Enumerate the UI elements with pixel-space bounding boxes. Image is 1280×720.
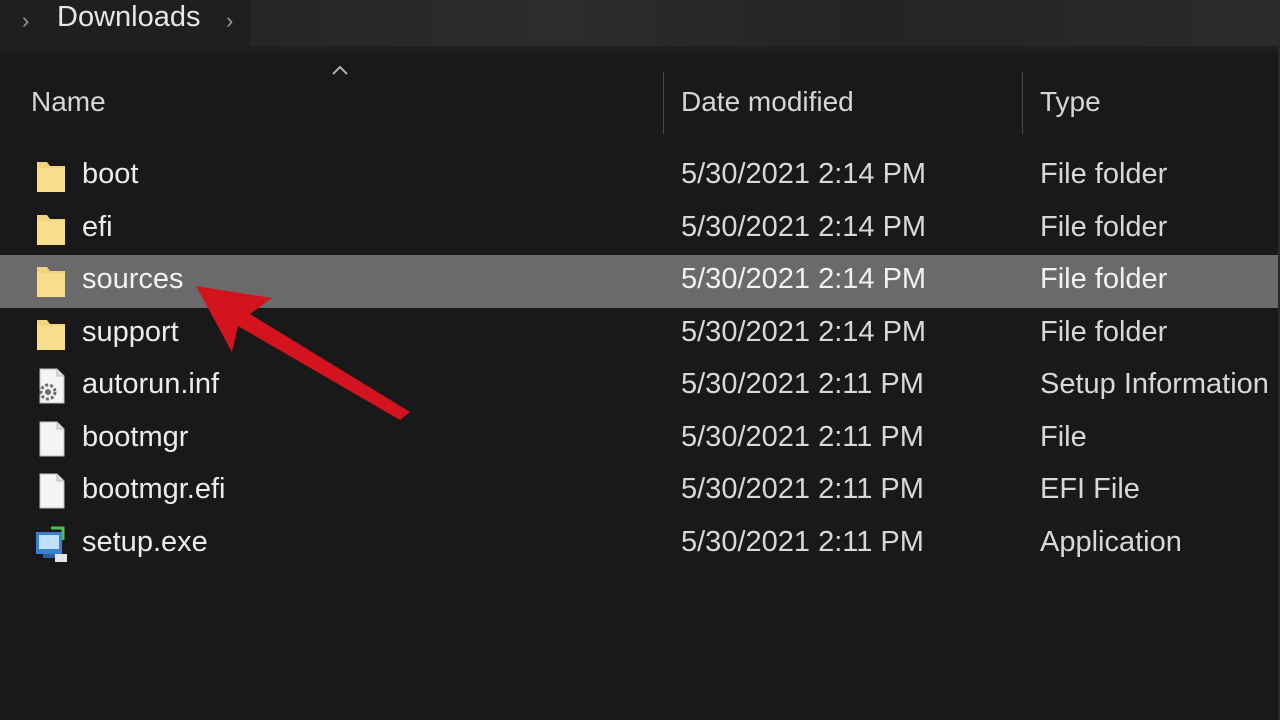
file-date-modified: 5/30/2021 2:14 PM	[681, 210, 927, 243]
chevron-right-icon[interactable]: ›	[22, 8, 29, 34]
file-date-modified: 5/30/2021 2:11 PM	[681, 368, 924, 400]
chevron-right-icon[interactable]: ›	[226, 8, 233, 34]
file-row-boot[interactable]: boot 5/30/2021 2:14 PM File folder	[0, 150, 1280, 203]
file-date-modified: 5/30/2021 2:11 PM	[681, 473, 924, 505]
file-name: boot	[82, 158, 139, 190]
column-header-name[interactable]: Name	[31, 86, 106, 118]
file-type: File folder	[1040, 263, 1168, 295]
file-row-support[interactable]: support 5/30/2021 2:14 PM File folder	[0, 308, 1280, 361]
file-explorer-window: › Downloads › Name Date modified Type bo…	[0, 0, 1280, 720]
file-type: File	[1040, 420, 1087, 453]
file-type: Setup Information	[1040, 368, 1269, 400]
file-date-modified: 5/30/2021 2:14 PM	[681, 158, 927, 190]
folder-icon	[37, 214, 65, 245]
file-date-modified: 5/30/2021 2:11 PM	[681, 420, 924, 453]
file-name: bootmgr	[82, 420, 189, 453]
file-name: efi	[82, 210, 113, 243]
file-icon	[39, 421, 65, 456]
folder-icon	[37, 319, 65, 350]
column-header-date-modified[interactable]: Date modified	[681, 86, 854, 118]
folder-icon	[37, 162, 65, 192]
file-row-bootmgr-efi[interactable]: bootmgr.efi 5/30/2021 2:11 PM EFI File	[0, 465, 1280, 518]
file-name: bootmgr.efi	[82, 473, 226, 505]
column-header-type[interactable]: Type	[1040, 86, 1101, 118]
column-divider[interactable]	[663, 72, 664, 134]
file-row-bootmgr[interactable]: bootmgr 5/30/2021 2:11 PM File	[0, 413, 1280, 466]
folder-icon	[37, 267, 65, 297]
file-type: File folder	[1040, 315, 1168, 348]
file-row-sources[interactable]: sources 5/30/2021 2:14 PM File folder	[0, 255, 1280, 308]
file-name: autorun.inf	[82, 368, 220, 400]
file-type: Application	[1040, 525, 1182, 558]
blurred-address-region	[250, 0, 1280, 46]
file-type: File folder	[1040, 210, 1168, 243]
file-row-autorun-inf[interactable]: autorun.inf 5/30/2021 2:11 PM Setup Info…	[0, 360, 1280, 413]
file-name: support	[82, 315, 179, 348]
file-row-efi[interactable]: efi 5/30/2021 2:14 PM File folder	[0, 203, 1280, 256]
file-row-setup-exe[interactable]: setup.exe 5/30/2021 2:11 PM Application	[0, 518, 1280, 571]
file-date-modified: 5/30/2021 2:14 PM	[681, 315, 927, 348]
file-date-modified: 5/30/2021 2:11 PM	[681, 525, 924, 558]
address-bar[interactable]: › Downloads ›	[0, 0, 1280, 52]
file-icon	[39, 473, 65, 509]
sort-ascending-icon	[332, 65, 348, 75]
settings-file-icon	[39, 368, 65, 404]
column-divider[interactable]	[1022, 72, 1023, 134]
breadcrumb-downloads[interactable]: Downloads	[57, 0, 200, 34]
file-list: boot 5/30/2021 2:14 PM File folder efi 5…	[0, 150, 1280, 570]
file-date-modified: 5/30/2021 2:14 PM	[681, 263, 927, 295]
file-type: File folder	[1040, 158, 1168, 190]
file-type: EFI File	[1040, 473, 1140, 505]
file-name: sources	[82, 263, 184, 295]
setup-app-icon	[36, 526, 67, 562]
file-name: setup.exe	[82, 525, 208, 558]
